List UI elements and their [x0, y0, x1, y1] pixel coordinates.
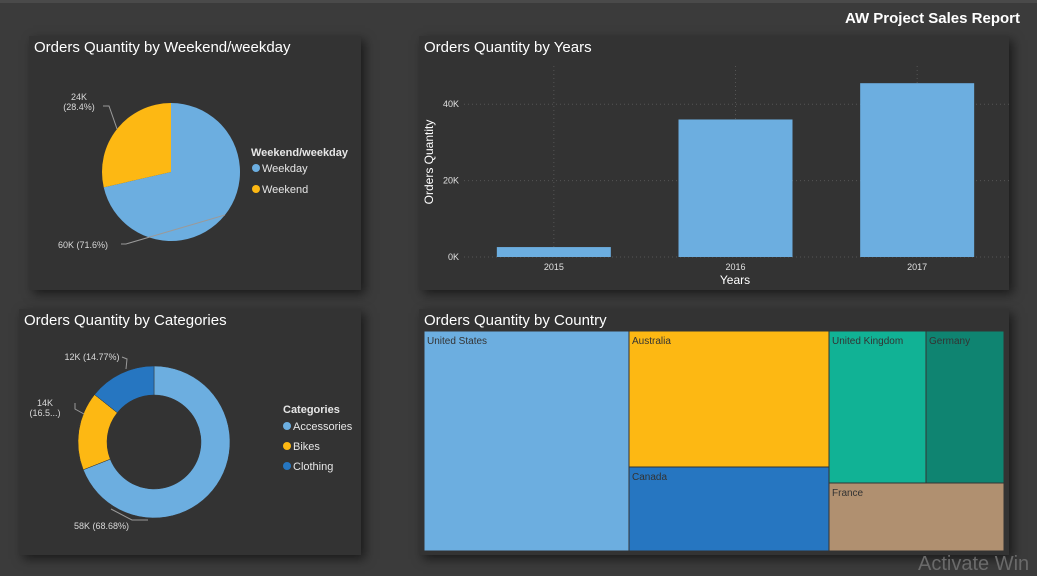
legend-title: Categories: [283, 404, 340, 416]
treemap-cell-united-states: [423, 330, 630, 552]
years-bar-chart: 0K 20K 40K 2015 2016 2017 Years Orders Quantity: [422, 66, 1009, 287]
x-tick-2016: 2016: [725, 262, 745, 272]
bar-2015: [496, 247, 611, 257]
y-tick-20k: 20K: [443, 176, 459, 186]
leader-line-clothing: [121, 356, 128, 370]
legend-marker-accessories: [283, 422, 291, 430]
bar-2017: [860, 83, 975, 257]
treemap-label-united-kingdom: United Kingdom: [832, 336, 903, 347]
donut-data-label-accessories: 58K (68.68%): [74, 521, 129, 531]
activation-watermark: Activate Win: [918, 553, 1030, 575]
pie-data-label-weekend: 24K (28.4%): [63, 92, 95, 112]
treemap-label-france: France: [832, 488, 864, 499]
bar-2016: [678, 119, 793, 257]
x-tick-2015: 2015: [544, 262, 564, 272]
x-tick-2017: 2017: [907, 262, 927, 272]
weekend-pie-panel[interactable]: Orders Quantity by Weekend/weekday 60K (…: [29, 36, 361, 290]
legend-marker-bikes: [283, 442, 291, 450]
categories-donut-panel[interactable]: Orders Quantity by Categories 58K (68.68…: [19, 309, 361, 555]
legend-item-weekend: Weekend: [262, 184, 308, 196]
leader-line-bikes: [74, 403, 85, 415]
treemap-label-canada: Canada: [632, 472, 667, 483]
weekend-pie-chart: 60K (71.6%) 24K (28.4%) Weekend/weekday Week…: [58, 92, 349, 250]
legend-marker-clothing: [283, 462, 291, 470]
top-border: [0, 0, 1037, 3]
legend-marker-weekday: [252, 164, 260, 172]
years-bar-panel[interactable]: Orders Quantity by Years 0K 20K 40K 2015 201…: [419, 36, 1009, 290]
pie-data-label-weekday: 60K (71.6%): [58, 240, 108, 250]
report-title: AW Project Sales Report: [844, 10, 1020, 27]
y-axis-title: Orders Quantity: [422, 120, 436, 205]
legend-item-weekday: Weekday: [262, 163, 308, 175]
legend-item-clothing: Clothing: [293, 461, 333, 473]
treemap-cell-australia: [628, 330, 830, 468]
treemap-label-united-states: United States: [427, 336, 487, 347]
y-tick-0k: 0K: [448, 252, 459, 262]
leader-line-weekend: [103, 105, 118, 130]
treemap-cell-united-kingdom: [828, 330, 927, 484]
x-axis-title: Years: [720, 273, 750, 287]
donut-data-label-clothing: 12K (14.77%): [64, 352, 119, 362]
legend-title: Weekend/weekday: [251, 147, 349, 159]
treemap-label-australia: Australia: [632, 336, 671, 347]
y-tick-40k: 40K: [443, 99, 459, 109]
treemap-label-germany: Germany: [929, 336, 970, 347]
donut-data-label-bikes: 14K (16.5...): [29, 398, 60, 418]
legend-item-accessories: Accessories: [293, 421, 353, 433]
categories-donut-chart: 58K (68.68%) 14K (16.5...) 12K (14.77%) Cate…: [29, 352, 353, 531]
country-treemap-chart: United States Australia Canada United Kingd…: [423, 330, 1005, 552]
legend-marker-weekend: [252, 185, 260, 193]
legend-item-bikes: Bikes: [293, 441, 320, 453]
country-treemap-panel[interactable]: Orders Quantity by Country United States…: [419, 309, 1009, 555]
treemap-cell-germany: [925, 330, 1005, 484]
